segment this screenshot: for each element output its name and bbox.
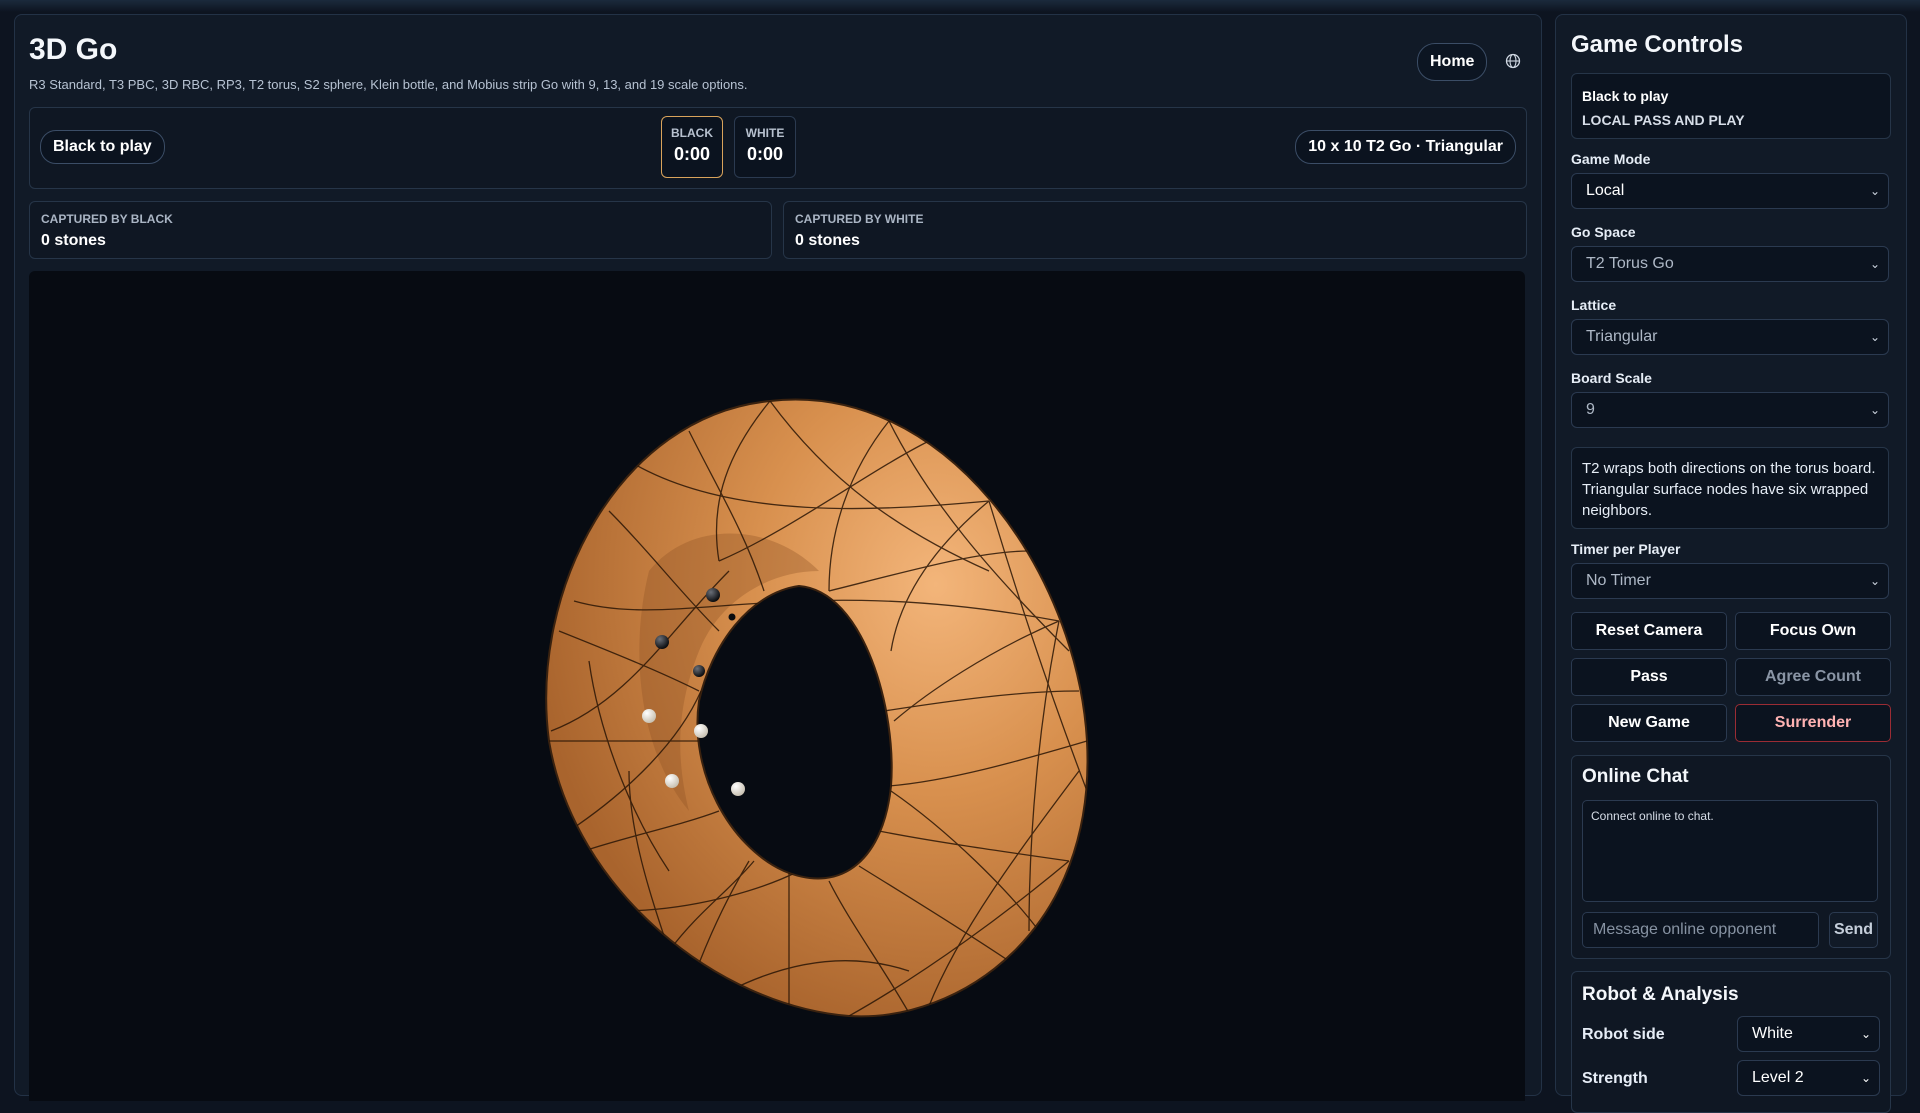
game-mode-select[interactable]: Local ⌄ bbox=[1571, 173, 1889, 209]
captured-by-white-label: CAPTURED BY WHITE bbox=[795, 212, 924, 226]
captured-by-black-count: 0 stones bbox=[41, 232, 106, 249]
captured-by-white-count: 0 stones bbox=[795, 232, 860, 249]
timer-label: Timer per Player bbox=[1571, 541, 1681, 557]
online-chat-card: Online Chat Connect online to chat. Mess… bbox=[1571, 755, 1891, 959]
game-status-card: Black to play LOCAL PASS AND PLAY bbox=[1571, 73, 1891, 139]
black-clock: BLACK 0:00 bbox=[661, 116, 723, 178]
chevron-down-icon: ⌄ bbox=[1869, 184, 1880, 198]
captured-by-white: CAPTURED BY WHITE 0 stones bbox=[783, 201, 1527, 259]
white-clock-label: WHITE bbox=[745, 126, 785, 140]
torus-surface[interactable] bbox=[545, 398, 1089, 1018]
board-scale-select[interactable]: 9 ⌄ bbox=[1571, 392, 1889, 428]
robot-title: Robot & Analysis bbox=[1582, 984, 1739, 1005]
robot-side-value: White bbox=[1752, 1025, 1793, 1042]
robot-side-label: Robot side bbox=[1582, 1026, 1665, 1043]
new-game-button[interactable]: New Game bbox=[1571, 704, 1727, 742]
pass-button[interactable]: Pass bbox=[1571, 658, 1727, 696]
go-space-select[interactable]: T2 Torus Go ⌄ bbox=[1571, 246, 1889, 282]
chevron-down-icon: ⌄ bbox=[1869, 574, 1880, 588]
send-button[interactable]: Send bbox=[1829, 912, 1878, 948]
chevron-down-icon: ⌄ bbox=[1860, 1071, 1871, 1085]
reset-camera-button[interactable]: Reset Camera bbox=[1571, 612, 1727, 650]
focus-own-button[interactable]: Focus Own bbox=[1735, 612, 1891, 650]
robot-strength-label: Strength bbox=[1582, 1070, 1648, 1087]
timer-value: No Timer bbox=[1586, 572, 1651, 589]
page-subtitle: R3 Standard, T3 PBC, 3D RBC, RP3, T2 tor… bbox=[29, 77, 748, 92]
game-panel: 3D Go R3 Standard, T3 PBC, 3D RBC, RP3, … bbox=[14, 14, 1542, 1101]
go-space-label: Go Space bbox=[1571, 224, 1636, 240]
lattice-value: Triangular bbox=[1586, 328, 1658, 345]
chevron-down-icon: ⌄ bbox=[1869, 330, 1880, 344]
captured-by-black-label: CAPTURED BY BLACK bbox=[41, 212, 173, 226]
chat-message-input[interactable]: Message online opponent bbox=[1582, 912, 1819, 948]
status-mode: LOCAL PASS AND PLAY bbox=[1582, 112, 1745, 128]
controls-title: Game Controls bbox=[1571, 31, 1744, 58]
timer-select[interactable]: No Timer ⌄ bbox=[1571, 563, 1889, 599]
turn-indicator: Black to play bbox=[40, 130, 165, 164]
torus-board[interactable] bbox=[29, 271, 1525, 1101]
status-bar: Black to play BLACK 0:00 WHITE 0:00 10 x… bbox=[29, 107, 1527, 189]
go-space-value: T2 Torus Go bbox=[1586, 255, 1674, 272]
black-clock-time: 0:00 bbox=[673, 144, 711, 164]
robot-strength-value: Level 2 bbox=[1752, 1069, 1804, 1086]
board-scale-label: Board Scale bbox=[1571, 370, 1652, 386]
globe-icon[interactable] bbox=[1503, 51, 1523, 71]
robot-strength-select[interactable]: Level 2 ⌄ bbox=[1737, 1060, 1880, 1096]
page-title: 3D Go bbox=[29, 33, 118, 66]
white-clock-time: 0:00 bbox=[746, 144, 784, 164]
agree-count-button[interactable]: Agree Count bbox=[1735, 658, 1891, 696]
robot-side-select[interactable]: White ⌄ bbox=[1737, 1016, 1880, 1052]
chevron-down-icon: ⌄ bbox=[1860, 1027, 1871, 1041]
chevron-down-icon: ⌄ bbox=[1869, 403, 1880, 417]
robot-analysis-card: Robot & Analysis Robot side White ⌄ Stre… bbox=[1571, 971, 1891, 1113]
captured-by-black: CAPTURED BY BLACK 0 stones bbox=[29, 201, 772, 259]
lattice-select[interactable]: Triangular ⌄ bbox=[1571, 319, 1889, 355]
black-clock-label: BLACK bbox=[671, 126, 713, 140]
status-turn: Black to play bbox=[1582, 88, 1669, 104]
chat-title: Online Chat bbox=[1582, 766, 1689, 787]
chevron-down-icon: ⌄ bbox=[1869, 257, 1880, 271]
board-scale-value: 9 bbox=[1586, 401, 1595, 418]
home-button[interactable]: Home bbox=[1417, 43, 1488, 81]
game-mode-label: Game Mode bbox=[1571, 151, 1651, 167]
board-viewport[interactable] bbox=[29, 271, 1525, 1101]
space-description: T2 wraps both directions on the torus bo… bbox=[1571, 447, 1889, 529]
chat-log: Connect online to chat. bbox=[1582, 800, 1878, 902]
controls-sidebar: Game Controls Black to play LOCAL PASS A… bbox=[1555, 14, 1907, 1113]
game-mode-value: Local bbox=[1586, 182, 1625, 199]
top-edge bbox=[0, 0, 1920, 12]
lattice-label: Lattice bbox=[1571, 297, 1617, 313]
white-clock: WHITE 0:00 bbox=[734, 116, 796, 178]
surrender-button[interactable]: Surrender bbox=[1735, 704, 1891, 742]
board-type-badge: 10 x 10 T2 Go · Triangular bbox=[1295, 130, 1516, 164]
